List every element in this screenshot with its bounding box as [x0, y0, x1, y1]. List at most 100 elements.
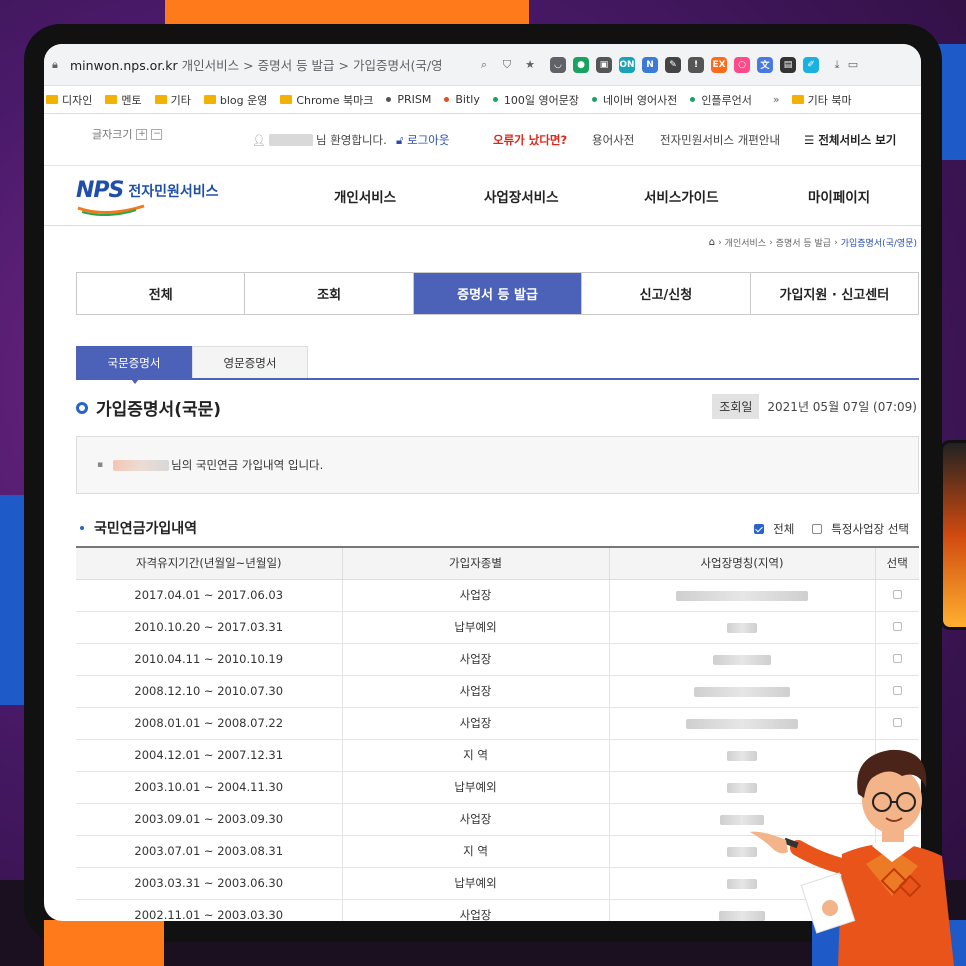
select-cell — [875, 707, 919, 740]
download-icon[interactable]: ⤓ — [829, 57, 845, 73]
member-type-cell: 납부예외 — [342, 867, 610, 900]
tab-all[interactable]: 전체 — [77, 273, 246, 314]
period-cell: 2003.10.01 ~ 2004.11.30 — [76, 771, 343, 804]
other-bookmarks-folder[interactable]: 기타 북마 — [791, 92, 852, 108]
tab-english-certificate[interactable]: 영문증명서 — [192, 346, 308, 378]
new-extension-icon[interactable]: N — [642, 56, 658, 73]
ring-icon[interactable]: ○ — [734, 56, 750, 73]
title-bullet-icon — [76, 401, 88, 414]
zoom-icon[interactable]: ⌕ — [476, 57, 492, 73]
blurred-workplace-name — [686, 718, 798, 729]
nps-logo[interactable]: NPS 전자민원서비스 — [76, 178, 219, 216]
lock-icon: 🔒︎ — [52, 57, 58, 71]
row-select-checkbox[interactable] — [892, 622, 902, 631]
row-select-checkbox[interactable] — [892, 654, 902, 663]
folder-icon — [280, 95, 293, 104]
table-row: 2008.12.10 ~ 2010.07.30 사업장 — [76, 675, 919, 708]
info-box: ▪ 님의 국민연금 가입내역 입니다. — [76, 436, 919, 494]
header-member-type: 가입자종별 — [342, 546, 610, 580]
period-cell: 2008.12.10 ~ 2010.07.30 — [76, 675, 343, 708]
bookmarks-more-button[interactable]: » — [773, 93, 780, 106]
member-type-cell: 사업장 — [342, 899, 610, 921]
select-cell — [875, 579, 919, 612]
office-icon[interactable]: ▣ — [596, 56, 612, 73]
tab-support-center[interactable]: 가입지원 · 신고센터 — [751, 273, 918, 314]
bookmark-item[interactable]: 기타 — [154, 92, 191, 108]
nav-business-service[interactable]: 사업장서비스 — [484, 186, 559, 206]
breadcrumb-item[interactable]: 개인서비스 — [725, 236, 766, 249]
shield-icon[interactable]: ⛉ — [499, 57, 515, 73]
workplace-cell — [609, 579, 876, 612]
font-size-control: 글자크기 + − — [92, 126, 163, 142]
period-cell: 2002.11.01 ~ 2003.03.30 — [76, 899, 343, 921]
pen-icon[interactable]: ✎ — [665, 56, 681, 73]
font-increase-button[interactable]: + — [136, 128, 148, 140]
reader-icon[interactable]: ▤ — [780, 56, 796, 73]
ex-icon[interactable]: EX — [711, 56, 727, 73]
header-period: 자격유지기간(년월일~년월일) — [76, 546, 343, 580]
menu-icon: ☰ — [804, 133, 815, 147]
bookmark-item[interactable]: 인플루언서 — [690, 92, 752, 108]
member-type-cell: 지 역 — [342, 835, 610, 868]
breadcrumb-item[interactable]: 증명서 등 발급 — [776, 236, 831, 249]
bookmark-icon — [386, 97, 392, 102]
workplace-cell — [609, 643, 876, 676]
filter-specific-checkbox[interactable] — [812, 524, 823, 534]
renewal-notice-link[interactable]: 전자민원서비스 개편안내 — [660, 132, 780, 148]
font-decrease-button[interactable]: − — [151, 128, 163, 140]
bookmark-item[interactable]: 멘토 — [105, 92, 142, 108]
info-icon[interactable]: ! — [688, 56, 704, 73]
tab-report-apply[interactable]: 신고/신청 — [582, 273, 751, 314]
evernote-icon[interactable]: ● — [573, 56, 589, 73]
nav-my-page[interactable]: 마이페이지 — [808, 186, 870, 206]
blurred-workplace-name — [727, 622, 757, 633]
table-row: 2008.01.01 ~ 2008.07.22 사업장 — [76, 707, 919, 740]
translate-icon[interactable]: 文 — [757, 56, 773, 73]
address-actions: ⌕ ⛉ ★ — [476, 57, 538, 73]
filter-all-checkbox[interactable] — [754, 524, 765, 534]
lock-open-icon: 🔓︎ — [396, 133, 404, 147]
bookmark-item[interactable]: 디자인 — [46, 92, 92, 108]
folder-icon — [154, 95, 167, 104]
font-size-label: 글자크기 — [92, 128, 133, 141]
bookmark-item[interactable]: blog 운영 — [203, 92, 267, 108]
bookmark-item[interactable]: PRISM — [386, 93, 431, 106]
section-bullet-icon — [80, 526, 84, 530]
dictionary-link[interactable]: 용어사전 — [592, 132, 634, 148]
info-bullet-icon: ▪ — [97, 460, 104, 470]
row-select-checkbox[interactable] — [892, 718, 902, 727]
tab-certificate-issue[interactable]: 증명서 등 발급 — [413, 273, 583, 314]
address-bar[interactable]: 🔒︎ minwon.nps.or.kr 개인서비스 > 증명서 등 발급 > 가… — [44, 44, 921, 86]
bookmark-icon — [492, 97, 498, 102]
nav-service-guide[interactable]: 서비스가이드 — [644, 186, 719, 206]
member-type-cell: 사업장 — [342, 643, 610, 676]
breadcrumb: ⌂ › 개인서비스 › 증명서 등 발급 › 가입증명서(국/영문) — [708, 236, 917, 249]
filter-all-label: 전체 — [773, 522, 795, 536]
bookmarks-bar: 디자인 멘토 기타 blog 운영 Chrome 북마크 PRISM Bitly 100일 영… — [44, 86, 921, 114]
row-select-checkbox[interactable] — [892, 590, 902, 599]
onenote-icon[interactable]: ON — [619, 56, 635, 73]
member-type-cell: 사업장 — [342, 707, 610, 740]
url-text[interactable]: minwon.nps.or.kr 개인서비스 > 증명서 등 발급 > 가입증명… — [70, 55, 470, 74]
select-cell — [875, 675, 919, 708]
star-icon[interactable]: ★ — [522, 57, 538, 73]
member-type-cell: 납부예외 — [342, 771, 610, 804]
bookmark-item[interactable]: 네이버 영어사전 — [591, 92, 677, 108]
tab-inquiry[interactable]: 조회 — [245, 273, 414, 314]
nav-personal-service[interactable]: 개인서비스 — [334, 186, 396, 206]
error-report-link[interactable]: 오류가 났다면? — [493, 132, 567, 148]
row-select-checkbox[interactable] — [892, 686, 902, 695]
tab-korean-certificate[interactable]: 국문증명서 — [76, 346, 192, 384]
bookmark-item[interactable]: Chrome 북마크 — [280, 92, 373, 108]
pocket-icon[interactable]: ◡ — [550, 56, 566, 73]
bookmark-item[interactable]: Bitly — [444, 93, 480, 106]
period-cell: 2010.04.11 ~ 2010.10.19 — [76, 643, 343, 676]
all-services-link[interactable]: ☰ 전체서비스 보기 — [804, 132, 896, 148]
bookmark-item[interactable]: 100일 영어문장 — [492, 92, 579, 108]
member-type-cell: 사업장 — [342, 675, 610, 708]
header-select: 선택 — [875, 546, 919, 580]
edit-icon[interactable]: ✐ — [803, 56, 819, 73]
screen-icon[interactable]: ▭ — [845, 57, 861, 73]
home-icon[interactable]: ⌂ — [709, 237, 715, 248]
logout-link[interactable]: 🔓︎ 로그아웃 — [396, 132, 449, 148]
